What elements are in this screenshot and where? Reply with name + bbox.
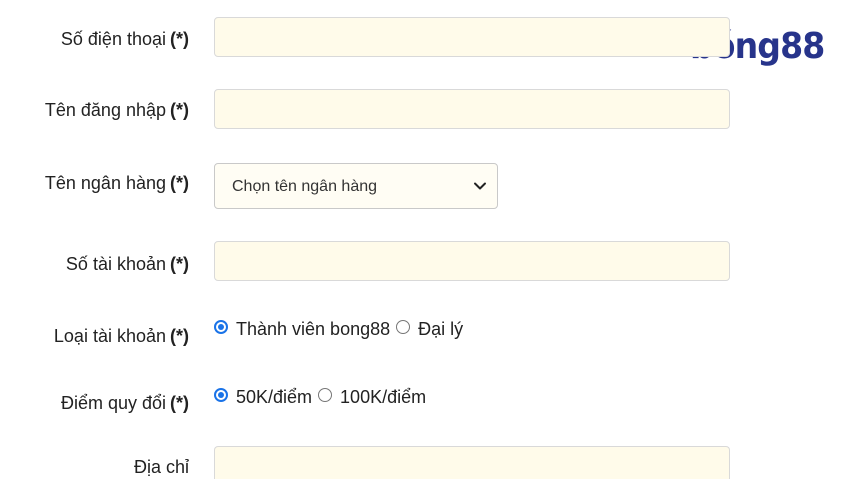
account-type-agent-radio[interactable] [396, 320, 411, 334]
account-type-radio-group: Thành viên bong88 Đại lý [214, 318, 469, 340]
conversion-label: Điểm quy đổi (*) [61, 392, 189, 414]
bank-label-text: Tên ngân hàng [44, 173, 166, 193]
account-type-label: Loại tài khoản (*) [54, 325, 189, 347]
address-label: Địa chỉ [134, 456, 189, 478]
account-type-member-radio[interactable] [214, 320, 228, 334]
phone-input[interactable] [214, 17, 730, 57]
required-mark: (*) [170, 393, 189, 413]
required-mark: (*) [170, 254, 189, 274]
chevron-down-icon [474, 182, 486, 190]
account-number-label: Số tài khoản (*) [66, 253, 189, 275]
required-mark: (*) [170, 173, 189, 193]
account-type-label-text: Loại tài khoản [53, 326, 166, 346]
required-mark: (*) [170, 326, 189, 346]
account-number-input[interactable] [214, 241, 730, 281]
username-label-text: Tên đăng nhập [44, 100, 166, 120]
required-mark: (*) [170, 100, 189, 120]
bank-select-value: Chọn tên ngân hàng [232, 178, 378, 195]
registration-form: bóng88 Số điện thoại (*) Tên đăng nhập (*)… [0, 0, 850, 479]
account-type-agent-label[interactable]: Đại lý [418, 318, 463, 340]
bank-label: Tên ngân hàng (*) [45, 172, 189, 194]
phone-label-text: Số điện thoại [60, 29, 166, 49]
conversion-50k-radio[interactable] [214, 388, 228, 402]
conversion-100k-label[interactable]: 100K/điểm [340, 386, 426, 408]
conversion-100k-radio[interactable] [318, 388, 333, 402]
conversion-radio-group: 50K/điểm 100K/điểm [214, 386, 432, 408]
phone-label: Số điện thoại (*) [61, 28, 189, 50]
required-mark: (*) [170, 29, 189, 49]
account-type-member-label[interactable]: Thành viên bong88 [236, 318, 390, 340]
account-number-label-text: Số tài khoản [65, 254, 166, 274]
username-label: Tên đăng nhập (*) [45, 99, 189, 121]
address-input[interactable] [214, 446, 730, 479]
conversion-50k-label[interactable]: 50K/điểm [236, 386, 312, 408]
bank-select[interactable]: Chọn tên ngân hàng [214, 163, 498, 209]
conversion-label-text: Điểm quy đổi [60, 393, 166, 413]
address-label-text: Địa chỉ [133, 457, 189, 477]
username-input[interactable] [214, 89, 730, 129]
